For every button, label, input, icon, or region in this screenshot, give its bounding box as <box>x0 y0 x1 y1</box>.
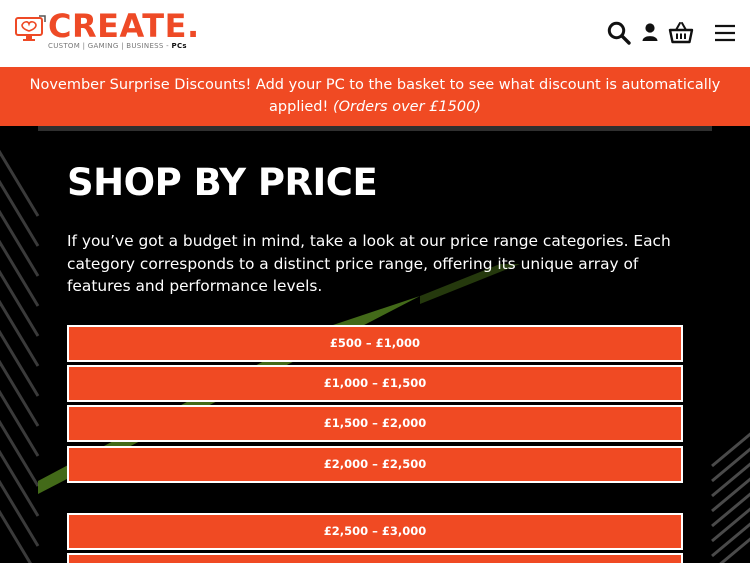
logo-tagline: CUSTOM | GAMING | BUSINESS - PCs <box>48 42 187 50</box>
monitor-logo-icon <box>15 15 46 41</box>
promo-note: (Orders over £1500) <box>332 99 481 115</box>
menu-icon[interactable] <box>713 20 739 46</box>
page-title: SHOP BY PRICE <box>67 161 378 204</box>
basket-icon[interactable] <box>668 20 694 46</box>
intro-paragraph: If you’ve got a budget in mind, take a l… <box>67 232 671 295</box>
price-range-2500-3000-button[interactable]: £2,500 – £3,000 <box>67 513 683 550</box>
user-icon[interactable] <box>639 20 665 46</box>
price-range-2000-2500-button[interactable]: £2,000 – £2,500 <box>67 446 683 483</box>
logo-wordmark: CREATE. <box>48 7 200 45</box>
search-icon[interactable] <box>606 20 632 46</box>
price-range-1500-2000-button[interactable]: £1,500 – £2,000 <box>67 405 683 442</box>
create-logo[interactable]: CREATE. CUSTOM | GAMING | BUSINESS - PCs <box>14 8 199 56</box>
price-range-500-1000-button[interactable]: £500 – £1,000 <box>67 325 683 362</box>
site-header: CREATE. CUSTOM | GAMING | BUSINESS - PCs <box>0 0 750 67</box>
promo-banner: November Surprise Discounts! Add your PC… <box>0 67 750 126</box>
price-range-1000-1500-button[interactable]: £1,000 – £1,500 <box>67 365 683 402</box>
section-top-bar <box>38 126 712 131</box>
price-range-next-button-partial[interactable] <box>67 553 683 563</box>
